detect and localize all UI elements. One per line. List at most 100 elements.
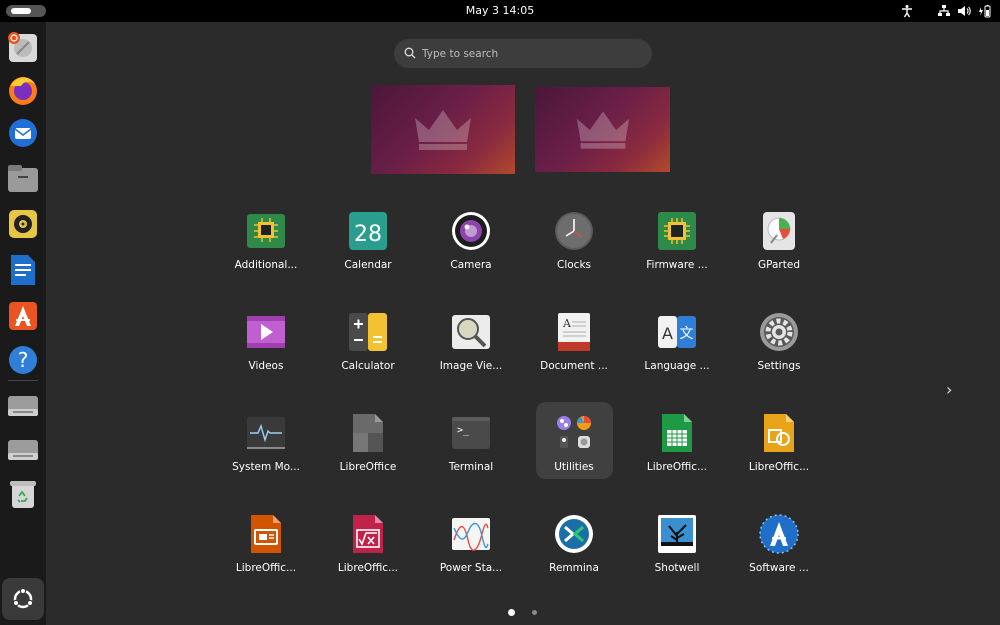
app-label: Language ...	[644, 360, 710, 372]
libreoffice-calc-icon	[662, 414, 692, 452]
camera-icon	[452, 212, 490, 250]
help-icon[interactable]: ?	[5, 342, 41, 378]
volume-icon[interactable]	[957, 4, 971, 18]
app-label: Calculator	[341, 360, 395, 372]
app-settings[interactable]: Settings	[733, 304, 825, 384]
app-utilities-folder[interactable]: Utilities	[528, 405, 620, 485]
search-box[interactable]	[394, 39, 652, 68]
app-additional-drivers[interactable]: Additional...	[220, 203, 312, 283]
app-label: LibreOffic...	[646, 461, 708, 473]
app-label: LibreOffice	[339, 461, 397, 473]
app-libreoffice-draw[interactable]: LibreOffic...	[733, 405, 825, 485]
app-label: Image Vie...	[439, 360, 503, 372]
app-label: Document ...	[540, 360, 608, 372]
power-statistics-icon	[452, 518, 490, 551]
app-label: LibreOffic...	[235, 562, 297, 574]
app-language-support[interactable]: A 文 Language ...	[631, 304, 723, 384]
app-document-viewer[interactable]: A Document ...	[528, 304, 620, 384]
libreoffice-impress-icon	[251, 515, 281, 553]
top-bar: May 3 14:05	[0, 0, 1000, 22]
app-label: LibreOffic...	[337, 562, 399, 574]
dock: ?	[0, 22, 46, 625]
clock[interactable]: May 3 14:05	[0, 0, 1000, 22]
crown-wallpaper-icon	[415, 109, 471, 150]
app-label: Terminal	[448, 461, 494, 473]
show-apps-button[interactable]	[2, 578, 44, 620]
app-center-icon[interactable]	[5, 298, 41, 334]
workspace-thumbnail-2[interactable]	[535, 87, 670, 172]
workspace-thumbnail-1[interactable]	[371, 85, 515, 174]
system-monitor-icon	[247, 417, 285, 449]
rhythmbox-icon[interactable]	[5, 206, 41, 242]
libreoffice-writer-icon[interactable]	[5, 252, 41, 288]
gparted-icon	[763, 212, 795, 250]
calendar-day: 28	[354, 222, 382, 247]
app-terminal[interactable]: >_ Terminal	[425, 405, 517, 485]
svg-text:?: ?	[18, 348, 29, 372]
app-label: System Mo...	[232, 461, 300, 473]
app-libreoffice-impress[interactable]: LibreOffic...	[220, 506, 312, 586]
libreoffice-icon	[353, 414, 383, 452]
terminal-prompt: >_	[457, 425, 470, 436]
app-system-monitor[interactable]: System Mo...	[220, 405, 312, 485]
calculator-icon	[349, 313, 387, 351]
app-label: Software ...	[749, 562, 809, 574]
app-libreoffice-math[interactable]: LibreOffic...	[322, 506, 414, 586]
app-label: Remmina	[549, 562, 599, 574]
app-label: Additional...	[234, 259, 298, 271]
crown-wallpaper-icon	[576, 110, 629, 149]
app-label: Camera	[450, 259, 492, 271]
document-viewer-icon: A	[558, 313, 590, 351]
files-icon[interactable]	[5, 160, 41, 196]
app-clocks[interactable]: Clocks	[528, 203, 620, 283]
network-icon[interactable]	[937, 4, 951, 18]
app-image-viewer[interactable]: Image Vie...	[425, 304, 517, 384]
app-camera[interactable]: Camera	[425, 203, 517, 283]
app-shotwell[interactable]: Shotwell	[631, 506, 723, 586]
app-libreoffice-calc[interactable]: LibreOffic...	[631, 405, 723, 485]
show-apps-icon	[12, 587, 34, 609]
app-label: Utilities	[554, 461, 594, 473]
svg-text:A: A	[562, 317, 572, 330]
app-firmware[interactable]: Firmware ...	[631, 203, 723, 283]
app-label: LibreOffic...	[748, 461, 810, 473]
app-label: Settings	[757, 360, 801, 372]
app-label: Calendar	[344, 259, 392, 271]
app-calendar[interactable]: 28 Calendar	[322, 203, 414, 283]
app-software-updater[interactable]: Software ...	[733, 506, 825, 586]
firefox-icon[interactable]	[5, 72, 41, 108]
trash-icon[interactable]	[5, 476, 41, 512]
page-indicator-1[interactable]	[508, 609, 515, 616]
app-label: Power Sta...	[439, 562, 503, 574]
thunderbird-icon[interactable]	[5, 114, 41, 150]
app-gparted[interactable]: GParted	[733, 203, 825, 283]
software-updater-icon	[759, 514, 799, 554]
shotwell-icon	[658, 515, 696, 553]
chevron-right-icon[interactable]: ›	[946, 380, 960, 400]
language-glyph-a: A	[662, 324, 673, 343]
app-label: GParted	[758, 259, 800, 271]
drive-icon[interactable]	[5, 388, 41, 424]
videos-icon	[247, 316, 285, 348]
app-remmina[interactable]: Remmina	[528, 506, 620, 586]
app-calculator[interactable]: Calculator	[322, 304, 414, 384]
app-libreoffice[interactable]: LibreOffice	[322, 405, 414, 485]
drive-icon[interactable]	[5, 432, 41, 468]
terminal-icon: >_	[452, 417, 490, 449]
language-icon: A 文	[658, 316, 696, 348]
search-input[interactable]	[422, 39, 642, 68]
libreoffice-math-icon	[353, 515, 383, 553]
dock-separator	[8, 380, 38, 381]
utilities-folder-icon	[557, 416, 591, 448]
image-viewer-icon	[452, 315, 490, 349]
battery-icon[interactable]	[977, 4, 991, 18]
page-indicator-2[interactable]	[532, 610, 537, 615]
remmina-icon	[555, 515, 593, 553]
calendar-icon: 28	[349, 212, 387, 250]
ubuntu-help-icon[interactable]	[5, 30, 41, 66]
libreoffice-draw-icon	[764, 414, 794, 452]
accessibility-icon[interactable]	[900, 4, 914, 18]
app-power-statistics[interactable]: Power Sta...	[425, 506, 517, 586]
app-label: Shotwell	[654, 562, 700, 574]
app-videos[interactable]: Videos	[220, 304, 312, 384]
